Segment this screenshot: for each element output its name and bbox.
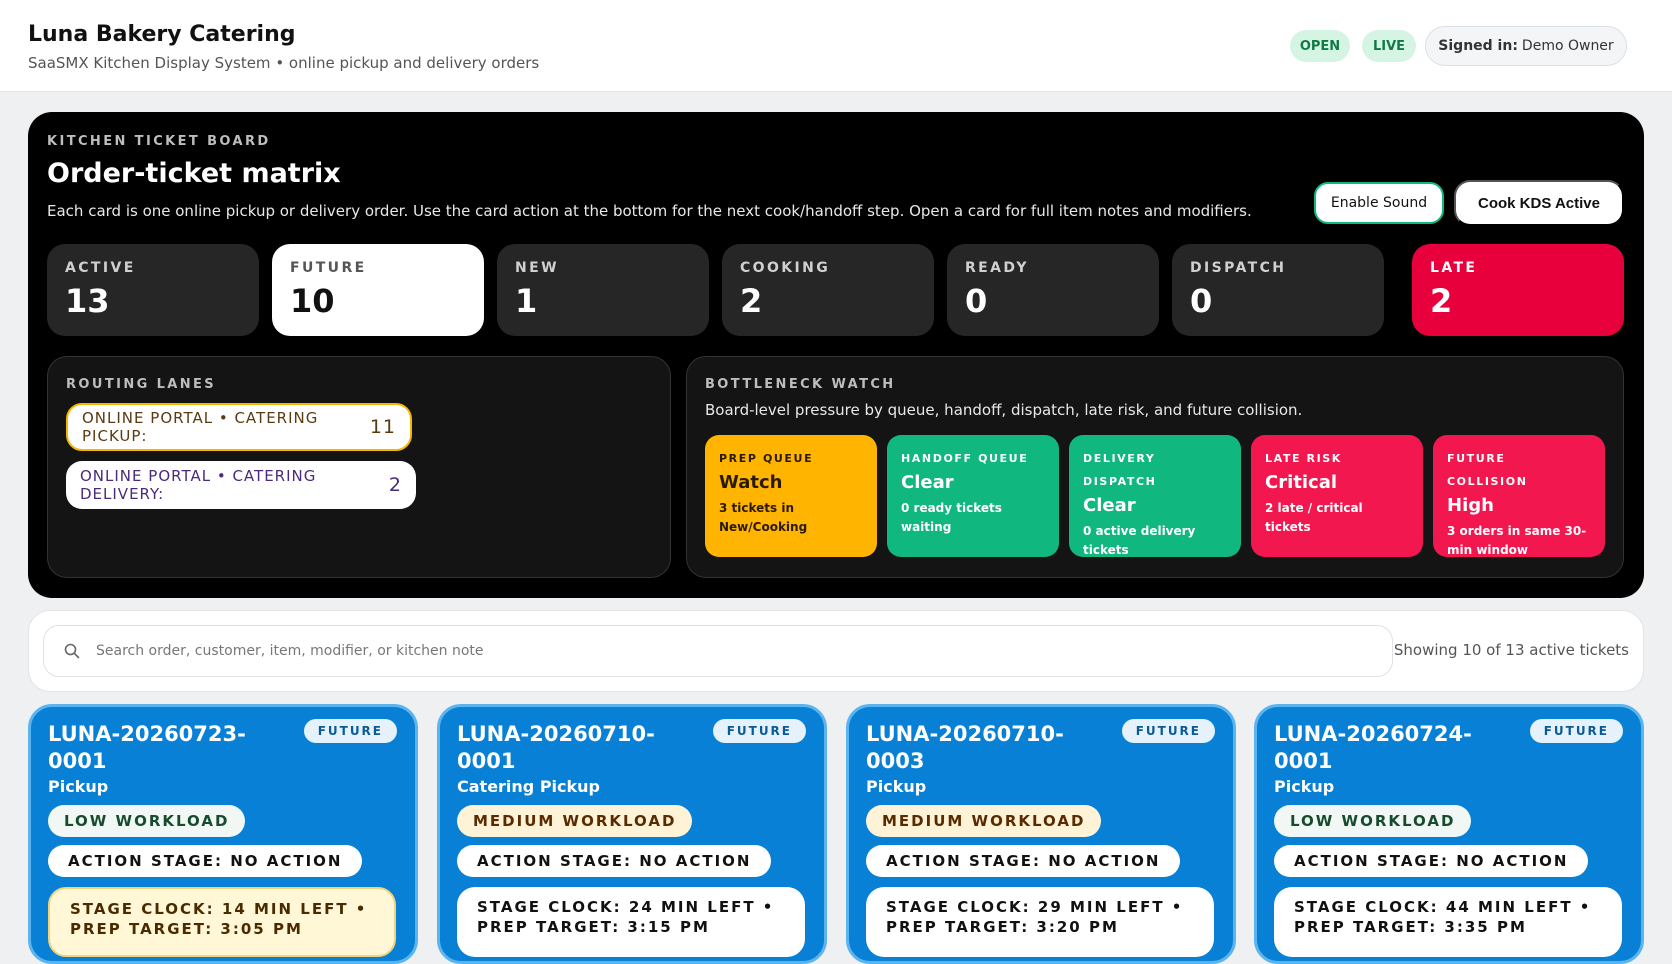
- open-status-badge: OPEN: [1290, 30, 1350, 62]
- action-stage-badge: ACTION STAGE: NO ACTION: [866, 845, 1181, 877]
- stat-value: 1: [515, 282, 538, 320]
- lane-label: ONLINE PORTAL • CATERING PICKUP:: [82, 409, 319, 445]
- stat-label: DISPATCH: [1190, 260, 1287, 276]
- bottleneck-detail: 2 late / critical tickets: [1265, 501, 1363, 534]
- stage-clock: STAGE CLOCK: 14 MIN LEFT • PREP TARGET: 3…: [48, 887, 396, 957]
- signed-in-user: Demo Owner: [1521, 38, 1614, 54]
- stat-dispatch[interactable]: DISPATCH 0: [1172, 244, 1384, 336]
- stat-label: READY: [965, 260, 1029, 276]
- bottleneck-label: Delivery Dispatch: [1083, 452, 1157, 488]
- live-status-badge: LIVE: [1362, 30, 1416, 62]
- stat-value: 2: [1430, 282, 1453, 320]
- stat-ready[interactable]: READY 0: [947, 244, 1159, 336]
- stat-new[interactable]: NEW 1: [497, 244, 709, 336]
- stage-clock: STAGE CLOCK: 44 MIN LEFT • PREP TARGET: 3…: [1274, 887, 1622, 957]
- search-icon: [64, 643, 80, 659]
- lane-label: ONLINE PORTAL • CATERING DELIVERY:: [80, 467, 317, 503]
- app-subtitle: SaaSMX Kitchen Display System • online p…: [28, 54, 540, 72]
- order-id: LUNA-20260723- 0001: [48, 722, 246, 773]
- top-header: Luna Bakery Catering SaaSMX Kitchen Disp…: [0, 0, 1672, 92]
- stat-future[interactable]: FUTURE 10: [272, 244, 484, 336]
- future-badge: FUTURE: [1529, 719, 1623, 743]
- bottleneck-watch-panel: Bottleneck Watch Board-level pressure by…: [686, 356, 1624, 578]
- lane-catering-delivery[interactable]: ONLINE PORTAL • CATERING DELIVERY: 2: [66, 461, 416, 509]
- order-id: LUNA-20260710- 0003: [866, 722, 1064, 773]
- bottleneck-detail: 0 active delivery tickets: [1083, 524, 1196, 557]
- stat-label: NEW: [515, 260, 559, 276]
- search-box[interactable]: [43, 625, 1393, 677]
- stat-value: 0: [965, 282, 988, 320]
- signed-in-label: Signed in:: [1438, 38, 1518, 54]
- workload-badge: MEDIUM WORKLOAD: [866, 805, 1102, 837]
- showing-count: Showing 10 of 13 active tickets: [1393, 641, 1629, 659]
- order-id: LUNA-20260710- 0001: [457, 722, 655, 773]
- search-bar-panel: Showing 10 of 13 active tickets: [28, 610, 1644, 692]
- stat-cooking[interactable]: COOKING 2: [722, 244, 934, 336]
- bottleneck-detail: 3 orders in same 30-min window: [1447, 524, 1587, 557]
- board-title: Order-ticket matrix: [47, 158, 341, 189]
- bottleneck-status: Clear: [901, 472, 954, 493]
- lane-count: 2: [388, 474, 402, 496]
- bottleneck-prep-queue: Prep Queue Watch 3 tickets in New/Cookin…: [705, 435, 877, 557]
- ticket-card[interactable]: LUNA-20260724- 0001 FUTURE Pickup LOW WOR…: [1254, 704, 1644, 964]
- bottleneck-status: High: [1447, 495, 1494, 516]
- bottleneck-late-risk: Late Risk Critical 2 late / critical tic…: [1251, 435, 1423, 557]
- bottleneck-detail: 0 ready tickets waiting: [901, 501, 1002, 534]
- bottleneck-label: Future Collision: [1447, 452, 1528, 488]
- cook-kds-button[interactable]: Cook KDS Active: [1454, 180, 1624, 226]
- stat-value: 10: [290, 282, 335, 320]
- ticket-card[interactable]: LUNA-20260723- 0001 FUTURE Pickup LOW WOR…: [28, 704, 418, 964]
- bottleneck-status: Watch: [719, 472, 783, 493]
- action-stage-badge: ACTION STAGE: NO ACTION: [48, 845, 363, 877]
- lane-count: 11: [369, 416, 396, 438]
- app-title: Luna Bakery Catering: [28, 22, 296, 47]
- board-description: Each card is one online pickup or delive…: [47, 202, 1252, 220]
- workload-badge: MEDIUM WORKLOAD: [457, 805, 693, 837]
- order-type: Pickup: [48, 777, 109, 796]
- order-type: Pickup: [1274, 777, 1335, 796]
- order-type: Pickup: [866, 777, 927, 796]
- bottleneck-eyebrow: Bottleneck Watch: [705, 377, 896, 392]
- bottleneck-delivery-dispatch: Delivery Dispatch Clear 0 active deliver…: [1069, 435, 1241, 557]
- stat-label: LATE: [1430, 260, 1478, 276]
- stage-clock: STAGE CLOCK: 29 MIN LEFT • PREP TARGET: 3…: [866, 887, 1214, 957]
- workload-badge: LOW WORKLOAD: [1274, 805, 1472, 837]
- bottleneck-future-collision: Future Collision High 3 orders in same 3…: [1433, 435, 1605, 557]
- stat-label: FUTURE: [290, 260, 367, 276]
- stat-value: 13: [65, 282, 110, 320]
- bottleneck-status: Critical: [1265, 472, 1338, 493]
- kitchen-ticket-board: Kitchen Ticket Board Order-ticket matrix…: [28, 112, 1644, 598]
- bottleneck-description: Board-level pressure by queue, handoff, …: [705, 401, 1303, 419]
- action-stage-badge: ACTION STAGE: NO ACTION: [1274, 845, 1589, 877]
- future-badge: FUTURE: [712, 719, 806, 743]
- bottleneck-handoff-queue: Handoff Queue Clear 0 ready tickets wait…: [887, 435, 1059, 557]
- ticket-card[interactable]: LUNA-20260710- 0003 FUTURE Pickup MEDIUM …: [846, 704, 1236, 964]
- lane-catering-pickup[interactable]: ONLINE PORTAL • CATERING PICKUP: 11: [66, 403, 412, 451]
- routing-lanes-panel: Routing Lanes ONLINE PORTAL • CATERING P…: [47, 356, 671, 578]
- stat-label: ACTIVE: [65, 260, 136, 276]
- search-input[interactable]: [96, 643, 1296, 659]
- stat-active[interactable]: ACTIVE 13: [47, 244, 259, 336]
- enable-sound-button[interactable]: Enable Sound: [1314, 182, 1444, 224]
- order-id: LUNA-20260724- 0001: [1274, 722, 1472, 773]
- routing-eyebrow: Routing Lanes: [66, 377, 217, 392]
- signed-in-badge[interactable]: Signed in: Demo Owner: [1425, 26, 1627, 66]
- ticket-card[interactable]: LUNA-20260710- 0001 FUTURE Catering Picku…: [437, 704, 827, 964]
- future-badge: FUTURE: [303, 719, 397, 743]
- stat-late[interactable]: LATE 2: [1412, 244, 1624, 336]
- stat-value: 0: [1190, 282, 1213, 320]
- bottleneck-label: Handoff Queue: [901, 452, 1029, 465]
- stage-clock: STAGE CLOCK: 24 MIN LEFT • PREP TARGET: 3…: [457, 887, 805, 957]
- bottleneck-detail: 3 tickets in New/Cooking: [719, 501, 808, 534]
- future-badge: FUTURE: [1121, 719, 1215, 743]
- bottleneck-label: Prep Queue: [719, 452, 814, 465]
- stat-label: COOKING: [740, 260, 831, 276]
- bottleneck-status: Clear: [1083, 495, 1136, 516]
- order-type: Catering Pickup: [457, 777, 601, 796]
- action-stage-badge: ACTION STAGE: NO ACTION: [457, 845, 772, 877]
- stat-value: 2: [740, 282, 763, 320]
- workload-badge: LOW WORKLOAD: [48, 805, 246, 837]
- bottleneck-label: Late Risk: [1265, 452, 1342, 465]
- board-eyebrow: Kitchen Ticket Board: [47, 134, 271, 149]
